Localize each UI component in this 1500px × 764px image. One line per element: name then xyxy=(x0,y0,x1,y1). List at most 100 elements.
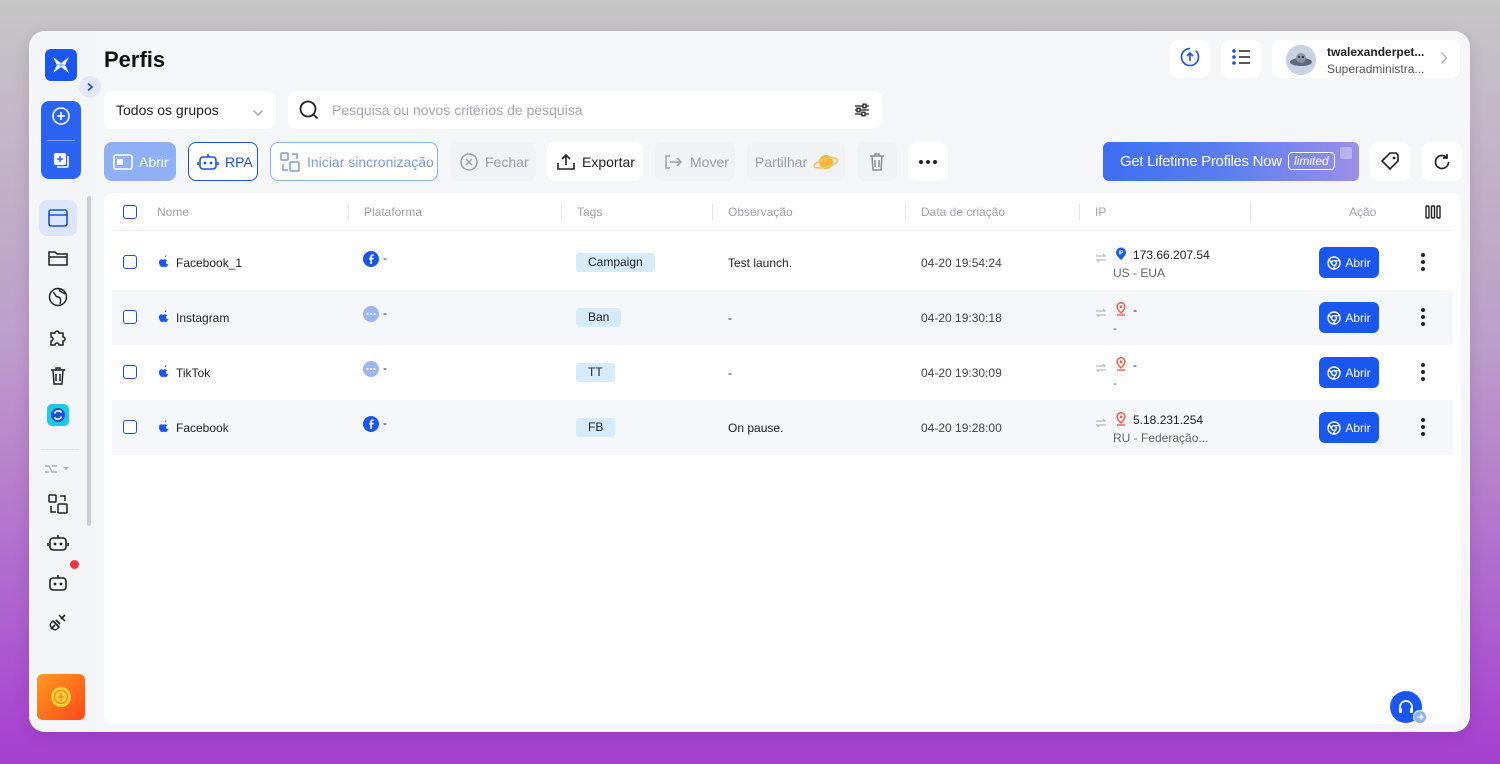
rpa-button[interactable]: RPA xyxy=(188,142,258,181)
nav-trash-icon[interactable] xyxy=(39,358,77,394)
nav-automation-toggle-icon[interactable] xyxy=(39,451,77,487)
table-row[interactable]: Instagram - Ban - 04-20 19:30:18 - - Abr… xyxy=(112,290,1453,345)
batch-add-icon[interactable] xyxy=(51,150,71,175)
open-button-label: Abrir xyxy=(139,153,169,170)
header-ip[interactable]: IP xyxy=(1095,205,1106,219)
nav-sync-window-icon[interactable] xyxy=(39,486,77,522)
header-note[interactable]: Observação xyxy=(728,205,793,219)
task-list-button[interactable] xyxy=(1221,40,1261,78)
nav-api-icon[interactable] xyxy=(39,604,77,640)
add-profile-icon[interactable] xyxy=(51,106,71,131)
upload-sync-button[interactable] xyxy=(1170,40,1210,78)
headset-icon xyxy=(1397,698,1415,716)
robot-icon xyxy=(197,153,219,171)
select-all-checkbox[interactable] xyxy=(123,205,137,219)
banner-text: Get Lifetime Profiles Now xyxy=(1120,153,1282,170)
upload-icon xyxy=(556,153,576,171)
share-button[interactable]: Partilhar xyxy=(747,142,845,181)
user-menu[interactable]: twalexanderpet... Superadministra... xyxy=(1272,40,1460,78)
apple-icon xyxy=(158,254,170,273)
row-open-button[interactable]: Abrir xyxy=(1319,412,1379,443)
profile-name[interactable]: Instagram xyxy=(176,311,229,325)
profiles-table: Nome Plataforma Tags Observação Data de … xyxy=(104,193,1461,724)
header-tags[interactable]: Tags xyxy=(577,205,602,219)
platform-text: - xyxy=(383,361,387,375)
header-created[interactable]: Data de criação xyxy=(921,205,1005,219)
close-button[interactable]: Fechar xyxy=(450,142,536,181)
header-platform[interactable]: Plataforma xyxy=(364,205,422,219)
lifetime-profiles-banner[interactable]: Get Lifetime Profiles Now limited xyxy=(1103,142,1359,181)
row-checkbox[interactable] xyxy=(123,420,137,434)
ip-location: RU - Federação... xyxy=(1113,431,1209,445)
tag-button[interactable] xyxy=(1370,142,1410,181)
row-more-icon[interactable] xyxy=(1420,307,1426,332)
row-checkbox[interactable] xyxy=(123,365,137,379)
export-button[interactable]: Exportar xyxy=(547,142,643,181)
move-button[interactable]: Mover xyxy=(655,142,735,181)
tag-chip[interactable]: Ban xyxy=(576,308,622,327)
tag-chip[interactable]: FB xyxy=(576,418,616,437)
svg-text:IP: IP xyxy=(1119,251,1124,257)
search-icon xyxy=(298,99,320,126)
nav-folder-icon[interactable] xyxy=(39,240,77,276)
row-open-button[interactable]: Abrir xyxy=(1319,302,1379,333)
delete-button[interactable] xyxy=(857,142,897,181)
chrome-icon xyxy=(1327,420,1342,435)
created-date: 04-20 19:30:18 xyxy=(921,311,1002,325)
chrome-icon xyxy=(1327,365,1342,380)
swap-icon[interactable] xyxy=(1095,305,1107,323)
tag-chip[interactable]: TT xyxy=(576,363,615,382)
profile-note[interactable]: Test launch. xyxy=(728,256,792,270)
row-checkbox[interactable] xyxy=(123,255,137,269)
swap-icon[interactable] xyxy=(1095,250,1107,268)
open-button[interactable]: Abrir xyxy=(104,142,176,181)
nav-globe-icon[interactable] xyxy=(39,279,77,315)
promo-coin-icon[interactable] xyxy=(37,674,85,720)
header-name[interactable]: Nome xyxy=(157,205,189,219)
table-row[interactable]: Facebook_1 - Campaign Test launch. 04-20… xyxy=(112,235,1453,290)
table-row[interactable]: TikTok - TT - 04-20 19:30:09 - - Abrir xyxy=(112,345,1453,400)
profile-note[interactable]: On pause. xyxy=(728,421,783,435)
row-checkbox[interactable] xyxy=(123,310,137,324)
row-more-icon[interactable] xyxy=(1420,417,1426,442)
swap-icon[interactable] xyxy=(1095,360,1107,378)
nav-rpa-plus-icon[interactable] xyxy=(39,565,77,601)
start-sync-button[interactable]: Iniciar sincronização xyxy=(270,142,438,181)
page-title: Perfis xyxy=(104,47,166,72)
row-open-button[interactable]: Abrir xyxy=(1319,357,1379,388)
filter-sliders-icon[interactable] xyxy=(854,102,870,123)
search-input[interactable] xyxy=(332,91,832,129)
export-button-label: Exportar xyxy=(582,153,635,170)
nav-extensions-icon[interactable] xyxy=(39,319,77,355)
row-more-icon[interactable] xyxy=(1420,362,1426,387)
profile-name[interactable]: Facebook_1 xyxy=(176,256,242,270)
swap-icon[interactable] xyxy=(1095,415,1107,433)
app-logo[interactable] xyxy=(45,49,77,81)
nav-sync-app-icon[interactable] xyxy=(39,397,77,433)
facebook-icon xyxy=(363,416,379,437)
refresh-button[interactable] xyxy=(1422,142,1462,181)
ip-address: 173.66.207.54 xyxy=(1133,248,1210,262)
profile-note[interactable]: - xyxy=(728,366,732,380)
platform-text: - xyxy=(383,251,387,265)
table-row[interactable]: Facebook - FB On pause. 04-20 19:28:00 5… xyxy=(112,400,1453,455)
sync-windows-icon xyxy=(279,151,301,173)
group-select[interactable]: Todos os grupos xyxy=(104,91,276,129)
profile-name[interactable]: TikTok xyxy=(176,366,210,380)
tag-icon xyxy=(1379,151,1401,173)
tag-chip[interactable]: Campaign xyxy=(576,253,655,272)
apple-icon xyxy=(158,309,170,328)
row-open-button[interactable]: Abrir xyxy=(1319,247,1379,278)
nav-profiles-icon[interactable] xyxy=(39,200,77,236)
sidebar-scrollbar[interactable] xyxy=(87,196,91,526)
more-actions-button[interactable] xyxy=(908,142,948,181)
column-settings-icon[interactable] xyxy=(1425,205,1441,224)
expand-sidebar-button[interactable] xyxy=(79,76,101,98)
profile-note[interactable]: - xyxy=(728,311,732,325)
nav-rpa-icon[interactable] xyxy=(39,525,77,561)
facebook-icon xyxy=(363,251,379,272)
row-more-icon[interactable] xyxy=(1420,252,1426,277)
browser-window-icon xyxy=(113,153,133,171)
more-horizontal-icon xyxy=(918,159,938,165)
profile-name[interactable]: Facebook xyxy=(176,421,229,435)
